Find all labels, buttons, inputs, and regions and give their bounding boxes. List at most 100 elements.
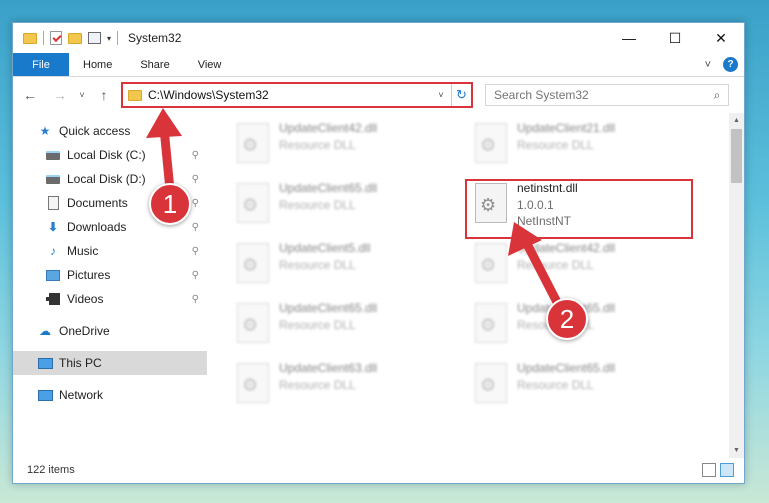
- file-name: UpdateClient42.dll: [279, 121, 378, 135]
- item-count: 122 items: [27, 464, 75, 476]
- scroll-thumb[interactable]: [731, 129, 742, 183]
- sidebar-item-label: Network: [59, 388, 104, 402]
- pin-icon[interactable]: ⚲: [192, 246, 199, 257]
- view-buttons: [702, 463, 734, 477]
- disk-icon: [45, 172, 61, 186]
- dll-file-icon: ⚙: [475, 243, 507, 283]
- new-folder-icon[interactable]: [68, 32, 82, 44]
- file-explorer-window: ▾ System32 — ☐ ✕ File Home Share View ˅ …: [12, 22, 745, 484]
- sidebar-item-label: Downloads: [67, 220, 127, 234]
- properties-icon[interactable]: [88, 32, 101, 44]
- status-bar: 122 items: [13, 457, 744, 483]
- star-icon: ★: [39, 124, 51, 138]
- sidebar-item-label: Videos: [67, 292, 104, 306]
- file-name: UpdateClient65.dll: [279, 301, 378, 315]
- file-name: UpdateClient65.dll: [517, 361, 616, 375]
- disk-icon: [45, 148, 61, 162]
- vertical-scrollbar[interactable]: ▲ ▼: [729, 113, 744, 458]
- file-item[interactable]: ⚙ UpdateClient65.dllResource DLL: [237, 299, 467, 351]
- search-input[interactable]: [494, 88, 706, 102]
- dll-file-icon: ⚙: [237, 363, 269, 403]
- file-description: Resource DLL: [517, 378, 594, 392]
- close-button[interactable]: ✕: [698, 23, 744, 53]
- file-item[interactable]: ⚙ UpdateClient5.dll Resource DLL: [237, 239, 467, 291]
- computer-icon: [37, 356, 53, 370]
- expand-ribbon-icon[interactable]: ˅: [705, 59, 711, 71]
- tab-view[interactable]: View: [184, 53, 236, 76]
- address-dropdown-icon[interactable]: ˅: [431, 90, 451, 100]
- pin-icon[interactable]: ⚲: [192, 150, 199, 161]
- file-item[interactable]: ⚙ UpdateClient21.dll Resource DLL: [475, 119, 705, 171]
- network-icon: [37, 388, 53, 402]
- navigation-pane: ★ Quick access Local Disk (C:) ⚲ Local D…: [13, 113, 207, 458]
- search-icon[interactable]: ⌕: [706, 88, 728, 103]
- address-path[interactable]: C:\Windows\System32: [148, 88, 431, 102]
- sidebar-item-label: OneDrive: [59, 324, 110, 338]
- sidebar-item-quick-access[interactable]: ★ Quick access: [13, 119, 207, 143]
- minimize-button[interactable]: —: [606, 23, 652, 53]
- cloud-icon: ☁: [39, 324, 51, 338]
- highlight-box-file: [465, 179, 693, 239]
- help-icon[interactable]: ?: [723, 57, 738, 72]
- downloads-icon: ⬇: [47, 220, 59, 234]
- sidebar-item-label: Local Disk (C:): [67, 148, 146, 162]
- address-bar[interactable]: C:\Windows\System32 ˅ ↻: [121, 82, 473, 108]
- scroll-up-icon[interactable]: ▲: [729, 113, 744, 128]
- recent-locations-button[interactable]: ˅: [71, 90, 93, 100]
- window-controls: — ☐ ✕: [606, 23, 744, 53]
- file-item[interactable]: ⚙ UpdateClient65.dllResource DLL: [237, 179, 467, 231]
- search-box[interactable]: ⌕: [485, 84, 729, 106]
- toolbar-divider: [43, 31, 44, 45]
- sidebar-item-this-pc[interactable]: This PC: [13, 351, 207, 375]
- dll-file-icon: ⚙: [237, 243, 269, 283]
- customize-toolbar-caret-icon[interactable]: ▾: [107, 34, 111, 43]
- title-bar: ▾ System32 — ☐ ✕: [13, 23, 744, 53]
- dll-file-icon: ⚙: [237, 183, 269, 223]
- step-badge-2: 2: [546, 298, 588, 340]
- pin-icon[interactable]: ⚲: [192, 174, 199, 185]
- folder-icon: [23, 32, 37, 44]
- dll-file-icon: ⚙: [475, 123, 507, 163]
- up-button[interactable]: ↑: [93, 87, 115, 103]
- tab-share[interactable]: Share: [126, 53, 183, 76]
- tiles-view-icon[interactable]: [720, 463, 734, 477]
- file-item[interactable]: ⚙ UpdateClient65.dll Resource DLL: [475, 359, 705, 411]
- scroll-down-icon[interactable]: ▼: [729, 443, 744, 458]
- dll-file-icon: ⚙: [237, 123, 269, 163]
- tab-home[interactable]: Home: [69, 53, 126, 76]
- sidebar-item-pictures[interactable]: Pictures ⚲: [13, 263, 207, 287]
- documents-icon: [45, 196, 61, 210]
- sidebar-item-music[interactable]: ♪ Music ⚲: [13, 239, 207, 263]
- tab-file[interactable]: File: [13, 53, 69, 76]
- ribbon-tabs: File Home Share View ˅ ?: [13, 53, 744, 77]
- maximize-button[interactable]: ☐: [652, 23, 698, 53]
- refresh-icon[interactable]: ↻: [451, 84, 471, 106]
- toolbar-divider: [117, 31, 119, 45]
- file-name: UpdateClient65.dll: [279, 181, 378, 195]
- file-description: Resource DLL: [279, 138, 356, 152]
- pin-icon[interactable]: ⚲: [192, 294, 199, 305]
- dll-file-icon: ⚙: [475, 363, 507, 403]
- file-item[interactable]: ⚙ UpdateClient65.dllResource DLL: [475, 299, 705, 351]
- videos-icon: [45, 292, 61, 306]
- pin-icon[interactable]: ⚲: [192, 270, 199, 281]
- back-button[interactable]: ←: [19, 87, 41, 103]
- dll-file-icon: ⚙: [237, 303, 269, 343]
- file-item[interactable]: ⚙ UpdateClient63.dll Resource DLL: [237, 359, 467, 411]
- sidebar-item-label: This PC: [59, 356, 102, 370]
- details-view-icon[interactable]: [702, 463, 716, 477]
- sidebar-item-local-disk-c[interactable]: Local Disk (C:) ⚲: [13, 143, 207, 167]
- file-name: UpdateClient21.dll: [517, 121, 616, 135]
- forward-button[interactable]: →: [49, 87, 71, 103]
- dll-file-icon: ⚙: [475, 303, 507, 343]
- properties-check-icon[interactable]: [50, 31, 62, 45]
- pin-icon[interactable]: ⚲: [192, 198, 199, 209]
- folder-icon: [128, 89, 142, 101]
- sidebar-item-videos[interactable]: Videos ⚲: [13, 287, 207, 311]
- sidebar-item-network[interactable]: Network: [13, 383, 207, 407]
- sidebar-item-onedrive[interactable]: ☁ OneDrive: [13, 319, 207, 343]
- file-item[interactable]: ⚙ UpdateClient42.dll Resource DLL: [237, 119, 467, 171]
- pin-icon[interactable]: ⚲: [192, 222, 199, 233]
- file-item[interactable]: ⚙ UpdateClient42.dll Resource DLL: [475, 239, 705, 291]
- sidebar-item-label: Music: [67, 244, 99, 258]
